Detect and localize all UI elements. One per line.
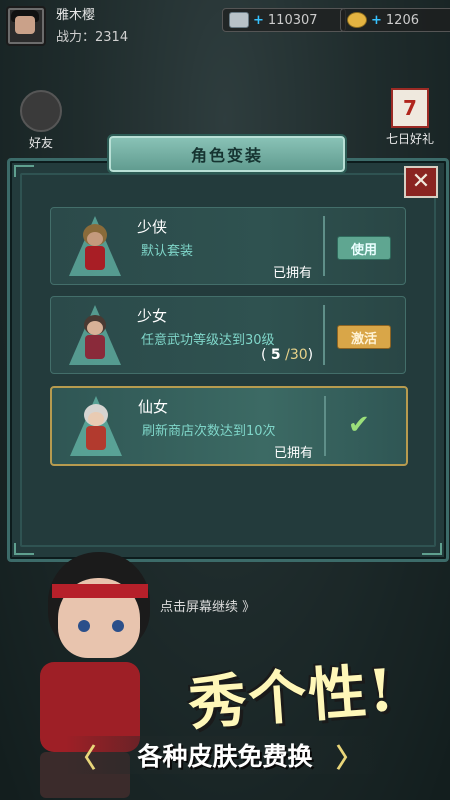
add-diamond-icon[interactable]: + <box>253 13 264 28</box>
close-icon: ✕ <box>411 169 431 194</box>
progress-total: /30 <box>285 347 308 363</box>
use-button[interactable]: 使用 <box>337 236 391 260</box>
corner-ornament <box>422 543 442 555</box>
skin-description: 任意武功等级达到30级 <box>141 333 275 348</box>
coin-icon <box>347 12 367 28</box>
skin-row-xiannv[interactable]: 仙女 刷新商店次数达到10次 已拥有 ✔ <box>50 386 408 466</box>
gold-counter[interactable]: + 1206 <box>340 8 450 32</box>
progress-text: ( 5 /30) <box>261 347 314 363</box>
divider <box>324 396 326 456</box>
add-gold-icon[interactable]: + <box>371 13 382 28</box>
progress-current: 5 <box>270 347 281 363</box>
skin-name: 少女 <box>137 307 168 325</box>
divider <box>323 305 325 365</box>
skin-name: 少侠 <box>137 218 168 236</box>
diamond-icon <box>229 12 249 28</box>
skin-row-shaoxia[interactable]: 少侠 默认套装 已拥有 使用 <box>50 207 406 285</box>
skin-description: 刷新商店次数达到10次 <box>142 424 276 439</box>
promo-slogan: 秀个性! <box>186 655 398 739</box>
avatar[interactable] <box>6 6 46 46</box>
activate-button[interactable]: 激活 <box>337 325 391 349</box>
character-sprite-icon <box>77 319 113 363</box>
diamond-counter[interactable]: + 110307 <box>222 8 346 32</box>
friends-button[interactable]: 好友 <box>20 90 62 151</box>
calendar-number: 7 <box>403 96 417 120</box>
seven-day-gift-label: 七日好礼 <box>385 132 434 146</box>
player-name: 雅木樱 <box>56 8 96 23</box>
modal-title: 角色变装 <box>190 146 263 165</box>
divider <box>323 216 325 276</box>
character-sprite-icon <box>77 230 113 274</box>
chevron-right-icon: 〉 <box>336 744 363 774</box>
skin-row-shaonv[interactable]: 少女 任意武功等级达到30级 ( 5 /30) 激活 <box>50 296 406 374</box>
top-bar: 雅木樱 战力：2314 + 110307 + 1206 <box>0 0 450 48</box>
skin-name: 仙女 <box>138 398 169 416</box>
calendar-icon: 7 <box>390 88 429 128</box>
skin-description: 默认套装 <box>141 244 194 259</box>
seven-day-gift-button[interactable]: 7 七日好礼 <box>386 88 434 147</box>
owned-status: 已拥有 <box>274 446 314 461</box>
corner-ornament <box>14 165 34 177</box>
equipped-check-icon: ✔ <box>348 410 370 440</box>
power-value: 战力：2314 <box>56 30 129 45</box>
tap-to-continue[interactable]: 点击屏幕继续 》 <box>160 596 255 615</box>
close-button[interactable]: ✕ <box>404 166 438 198</box>
friends-label: 好友 <box>28 136 53 150</box>
promo-tagline: 各种皮肤免费换 <box>137 742 313 771</box>
friends-icon <box>20 90 62 132</box>
owned-status: 已拥有 <box>273 266 313 281</box>
gold-amount: 1206 <box>385 12 419 28</box>
corner-ornament <box>14 543 34 555</box>
character-sprite-icon <box>78 410 114 454</box>
modal-title-plate: 角色变装 <box>107 134 347 174</box>
chevron-left-icon: 〈 <box>70 744 97 774</box>
diamond-amount: 110307 <box>267 12 318 28</box>
